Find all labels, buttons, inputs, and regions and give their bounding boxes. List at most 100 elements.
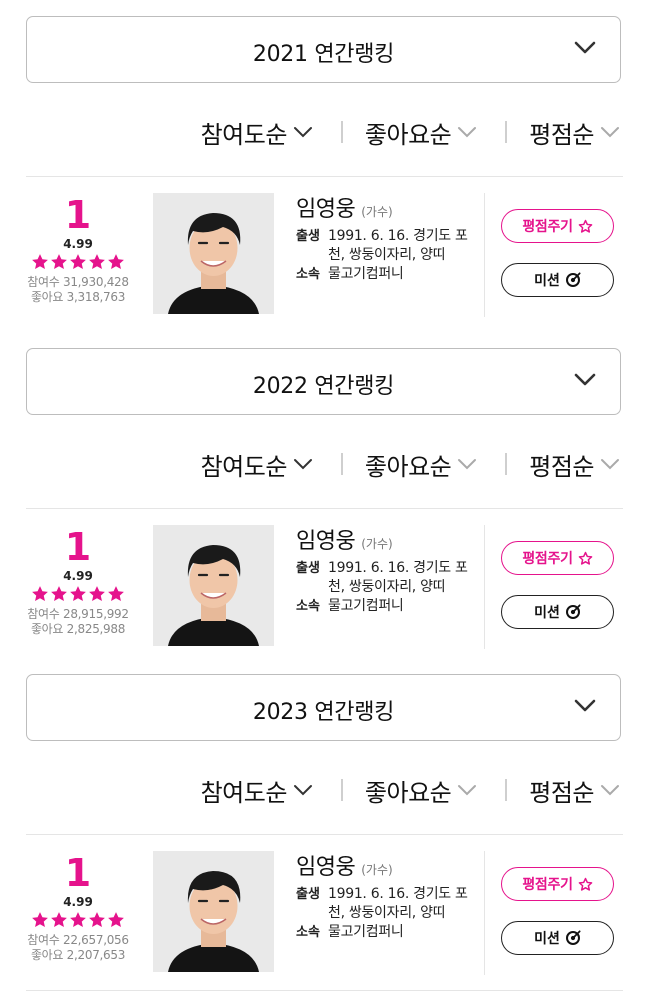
mission-button-label: 미션 [534,931,560,947]
star-filled-icon [108,586,124,602]
divider [340,779,343,801]
star-filled-icon [70,254,86,270]
star-filled-icon [32,586,48,602]
sort-participation-label: 참여도순 [200,120,288,149]
star-filled-icon [32,254,48,270]
mission-button-label: 미션 [534,605,560,621]
target-icon [565,272,581,287]
year-ranking-dropdown[interactable]: 2021 연간랭킹 [26,16,621,83]
target-icon [565,930,581,945]
divider [26,176,623,177]
participants-count: 참여수 31,930,428 [27,275,129,289]
artist-photo[interactable] [153,851,274,972]
artist-job: (가수) [361,205,393,219]
divider [484,193,485,317]
rate-button-label: 평점주기 [522,551,573,567]
dropdown-title: 2022 연간랭킹 [252,374,395,399]
rate-button[interactable]: 평점주기 [501,867,614,901]
sort-likes[interactable]: 좋아요순 [365,115,477,150]
rank-block: 1 4.99 참여수 28,915,992 좋아요 2,825,988 [26,527,130,637]
chevron-down-icon [574,699,596,712]
portrait-illustration [153,193,274,314]
sort-participation-label: 참여도순 [200,778,288,807]
mission-button[interactable]: 미션 [501,921,614,955]
artist-info: 임영웅 (가수) 출생 1991. 6. 16. 경기도 포천, 쌍둥이자리, … [296,191,478,284]
sort-rating[interactable]: 평점순 [529,447,620,482]
rate-button[interactable]: 평점주기 [501,209,614,243]
divider [484,851,485,975]
ranking-section-2021: 2021 연간랭킹 참여도순 좋아요순 평점순 1 4.99 참여수 31,93… [0,0,648,326]
agency-value: 물고기컴퍼니 [328,598,404,614]
artist-name[interactable]: 임영웅 [296,849,356,881]
sort-likes[interactable]: 좋아요순 [365,773,477,808]
participants-count: 참여수 22,657,056 [27,933,129,947]
rate-button[interactable]: 평점주기 [501,541,614,575]
portrait-illustration [153,525,274,646]
ranking-section-2023: 2023 연간랭킹 참여도순 좋아요순 평점순 1 4.99 참여수 22,65… [0,658,648,984]
year-ranking-dropdown[interactable]: 2022 연간랭킹 [26,348,621,415]
birth-label: 출생 [296,561,320,576]
artist-name[interactable]: 임영웅 [296,523,356,555]
sort-rating-label: 평점순 [529,778,594,807]
agency-label: 소속 [296,599,320,614]
rank-number: 1 [64,525,92,569]
sort-likes-label: 좋아요순 [364,778,452,807]
sort-participation[interactable]: 참여도순 [201,773,313,808]
mission-button[interactable]: 미션 [501,595,614,629]
agency-value: 물고기컴퍼니 [328,924,404,940]
artist-name[interactable]: 임영웅 [296,191,356,223]
likes-count: 좋아요 2,825,988 [30,622,126,636]
chevron-down-icon [458,127,477,138]
divider [505,121,508,143]
artist-info: 임영웅 (가수) 출생 1991. 6. 16. 경기도 포천, 쌍둥이자리, … [296,523,478,616]
artist-photo[interactable] [153,525,274,646]
divider [26,834,623,835]
agency-label: 소속 [296,925,320,940]
artist-info: 임영웅 (가수) 출생 1991. 6. 16. 경기도 포천, 쌍둥이자리, … [296,849,478,942]
divider [484,525,485,649]
star-filled-icon [108,912,124,928]
star-filled-icon [51,586,67,602]
rating-score: 4.99 [63,895,93,909]
mission-button[interactable]: 미션 [501,263,614,297]
agency-label: 소속 [296,267,320,282]
sort-participation[interactable]: 참여도순 [201,115,313,150]
sort-likes[interactable]: 좋아요순 [365,447,477,482]
star-filled-icon [70,586,86,602]
artist-job: (가수) [361,537,393,551]
rate-button-label: 평점주기 [522,219,573,235]
star-filled-icon [89,254,105,270]
rating-score: 4.99 [63,569,93,583]
sort-bar: 참여도순 좋아요순 평점순 [201,444,620,484]
sort-rating[interactable]: 평점순 [529,773,620,808]
divider [26,508,623,509]
ranking-section-2022: 2022 연간랭킹 참여도순 좋아요순 평점순 1 4.99 참여수 28,91… [0,332,648,658]
rank-block: 1 4.99 참여수 22,657,056 좋아요 2,207,653 [26,853,130,963]
chevron-down-icon [293,127,312,138]
artist-photo[interactable] [153,193,274,314]
rank-block: 1 4.99 참여수 31,930,428 좋아요 3,318,763 [26,195,130,305]
sort-bar: 참여도순 좋아요순 평점순 [201,770,620,810]
rating-stars [26,253,130,275]
sort-bar: 참여도순 좋아요순 평점순 [201,112,620,152]
sort-rating-label: 평점순 [529,452,594,481]
star-outline-icon [578,551,592,565]
star-filled-icon [32,912,48,928]
sort-participation[interactable]: 참여도순 [201,447,313,482]
star-filled-icon [89,912,105,928]
star-outline-icon [578,877,592,891]
birth-label: 출생 [296,887,320,902]
rating-score: 4.99 [63,237,93,251]
divider [505,453,508,475]
chevron-down-icon [458,785,477,796]
year-ranking-dropdown[interactable]: 2023 연간랭킹 [26,674,621,741]
star-filled-icon [51,254,67,270]
sort-likes-label: 좋아요순 [364,452,452,481]
star-filled-icon [51,912,67,928]
divider [26,990,623,991]
portrait-illustration [153,851,274,972]
agency-value: 물고기컴퍼니 [328,266,404,282]
target-icon [565,604,581,619]
sort-rating[interactable]: 평점순 [529,115,620,150]
rating-stars [26,585,130,607]
